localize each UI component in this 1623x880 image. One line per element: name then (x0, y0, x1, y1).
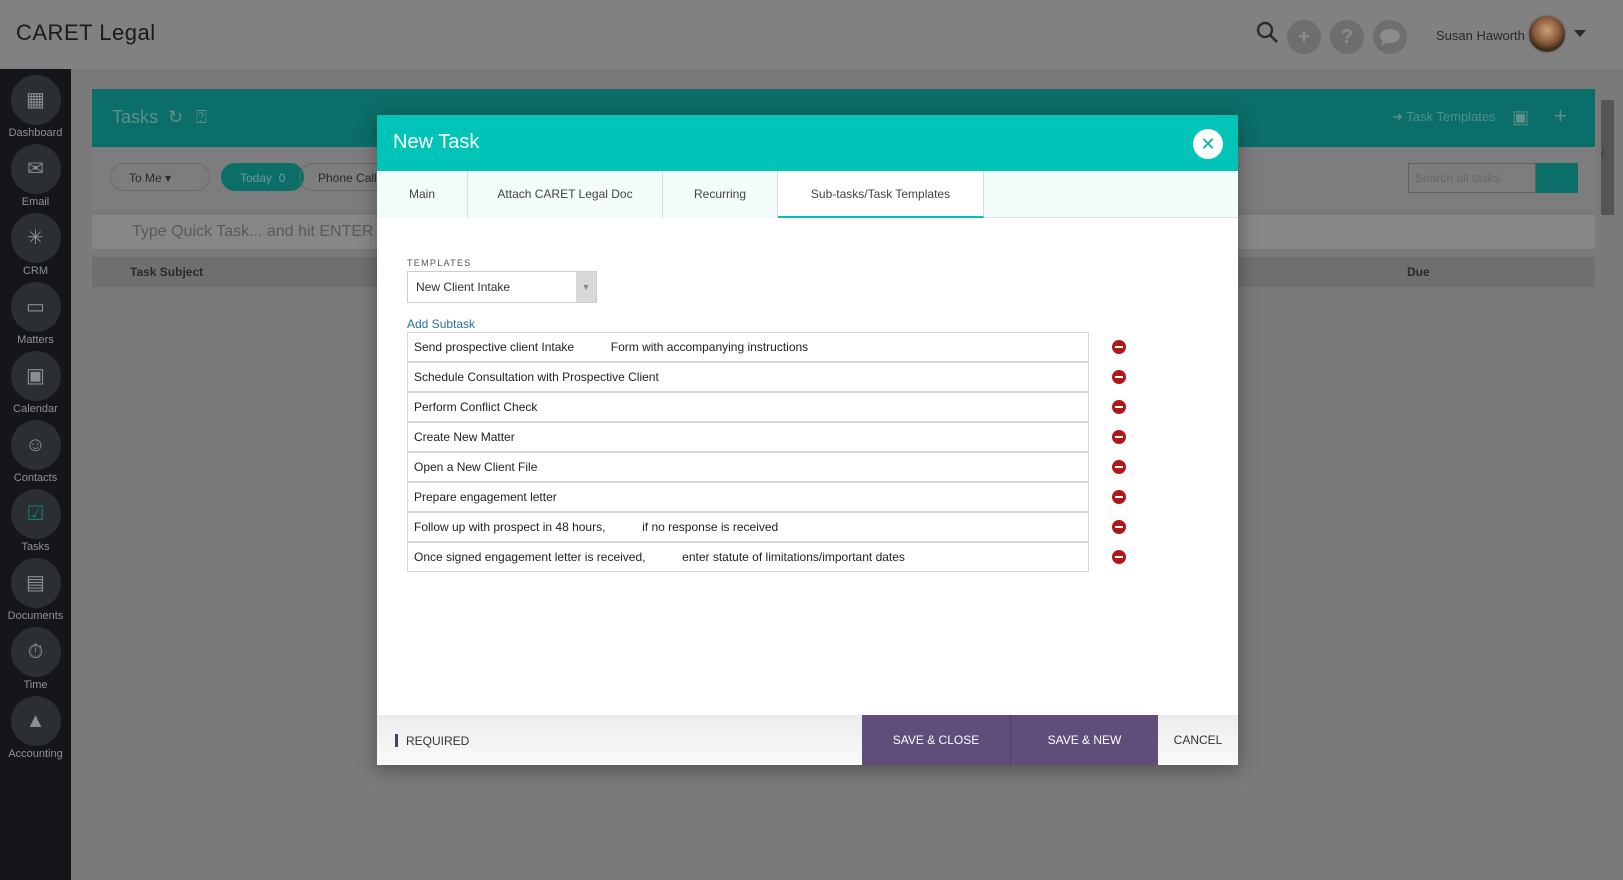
tasks-icon: ☑ (10, 489, 61, 539)
sidebar: ▦ Dashboard ✉ Email ✳ CRM ▭ Matters ▣ Ca… (0, 69, 71, 880)
tab-attach-doc[interactable]: Attach CARET Legal Doc (468, 171, 663, 218)
phone-calls-label: Phone Calls (318, 171, 383, 185)
column-due[interactable]: Due (1407, 265, 1430, 279)
user-name[interactable]: Susan Haworth (1436, 28, 1525, 43)
subtask-input[interactable]: Follow up with prospect in 48 hours, if … (407, 512, 1089, 542)
sidebar-item-calendar[interactable]: ▣ Calendar (0, 345, 71, 415)
sidebar-item-matters[interactable]: ▭ Matters (0, 276, 71, 346)
required-indicator (395, 734, 398, 747)
cancel-button[interactable]: CANCEL (1158, 715, 1238, 765)
subtask-input[interactable]: Open a New Client File (407, 452, 1089, 482)
subtask-row: Send prospective client Intake Form with… (407, 332, 1127, 362)
remove-subtask-icon[interactable] (1112, 460, 1126, 474)
subtask-row: Create New Matter (407, 422, 1127, 452)
today-label: Today (240, 171, 273, 185)
save-close-button[interactable]: SAVE & CLOSE (862, 715, 1010, 765)
new-task-modal: New Task ✕ Main Attach CARET Legal Doc R… (377, 115, 1238, 765)
sidebar-item-time[interactable]: ⏱ Time (0, 621, 71, 691)
subtask-row: Follow up with prospect in 48 hours, if … (407, 512, 1127, 542)
sidebar-item-accounting[interactable]: ▲ Accounting (0, 690, 71, 760)
subtask-input[interactable]: Schedule Consultation with Prospective C… (407, 362, 1089, 392)
subtask-list: Send prospective client Intake Form with… (407, 332, 1127, 572)
crm-icon: ✳ (10, 213, 61, 263)
tab-recurring[interactable]: Recurring (663, 171, 778, 218)
filter-button[interactable] (1536, 163, 1578, 193)
close-icon[interactable]: ✕ (1193, 129, 1223, 159)
sidebar-item-label: Accounting (8, 748, 63, 760)
briefcase-icon: ▭ (10, 282, 61, 332)
help-box-icon[interactable]: ⍰ (196, 107, 207, 128)
time-icon: ⏱ (10, 627, 61, 677)
modal-header: New Task ✕ (377, 115, 1238, 171)
subtask-input[interactable]: Perform Conflict Check (407, 392, 1089, 422)
modal-title: New Task (393, 131, 480, 153)
tab-main[interactable]: Main (377, 171, 468, 218)
sidebar-item-documents[interactable]: ▤ Documents (0, 552, 71, 622)
user-avatar[interactable] (1527, 14, 1567, 54)
to-me-label: To Me (129, 171, 162, 185)
add-subtask-link[interactable]: Add Subtask (407, 317, 475, 331)
required-label: REQUIRED (406, 734, 470, 748)
templates-label: TEMPLATES (407, 258, 472, 268)
sidebar-item-email[interactable]: ✉ Email (0, 138, 71, 208)
column-task-subject[interactable]: Task Subject (130, 265, 203, 279)
remove-subtask-icon[interactable] (1112, 490, 1126, 504)
documents-icon: ▤ (10, 558, 61, 608)
help-icon[interactable]: ? (1330, 20, 1364, 54)
subtask-row: Open a New Client File (407, 452, 1127, 482)
subtask-input[interactable]: Send prospective client Intake Form with… (407, 332, 1089, 362)
remove-subtask-icon[interactable] (1112, 370, 1126, 384)
remove-subtask-icon[interactable] (1112, 400, 1126, 414)
calendar-icon: ▣ (10, 351, 61, 401)
chevron-down-icon[interactable] (1574, 30, 1586, 37)
task-templates-label: Task Templates (1406, 109, 1496, 124)
contacts-icon: ☺ (10, 420, 61, 470)
sidebar-item-contacts[interactable]: ☺ Contacts (0, 414, 71, 484)
refresh-icon[interactable]: ↻ (168, 107, 183, 128)
subtask-row: Prepare engagement letter (407, 482, 1127, 512)
template-select[interactable]: New Client Intake ▼ (407, 271, 597, 303)
remove-subtask-icon[interactable] (1112, 340, 1126, 354)
dashboard-icon: ▦ (10, 75, 61, 125)
sidebar-item-dashboard[interactable]: ▦ Dashboard (0, 69, 71, 139)
dropdown-arrow-icon[interactable]: ▼ (576, 272, 596, 302)
tab-subtasks[interactable]: Sub-tasks/Task Templates (778, 171, 984, 218)
modal-tab-bar: Main Attach CARET Legal Doc Recurring Su… (377, 171, 1238, 218)
page-title: Tasks (112, 107, 159, 127)
sidebar-item-tasks[interactable]: ☑ Tasks (0, 483, 71, 553)
remove-subtask-icon[interactable] (1112, 430, 1126, 444)
to-me-filter[interactable]: To Me ▾ (110, 163, 210, 191)
remove-subtask-icon[interactable] (1112, 520, 1126, 534)
email-icon: ✉ (10, 144, 61, 194)
chat-icon[interactable] (1373, 20, 1407, 54)
task-templates-link[interactable]: ➜ Task Templates (1392, 109, 1496, 125)
subtask-input[interactable]: Once signed engagement letter is receive… (407, 542, 1089, 572)
subtask-row: Perform Conflict Check (407, 392, 1127, 422)
top-bar: CARET Legal + ? Susan Haworth (0, 0, 1623, 69)
caret-legal-logo: CARET Legal (16, 20, 156, 45)
side-panel-toggle[interactable]: ‹ (1600, 145, 1613, 175)
template-select-value: New Client Intake (416, 280, 511, 294)
search-tasks-input[interactable]: Search all tasks (1408, 163, 1536, 193)
search-icon[interactable] (1255, 20, 1281, 46)
today-filter[interactable]: Today 0 (221, 163, 305, 191)
remove-subtask-icon[interactable] (1112, 550, 1126, 564)
export-icon[interactable]: ▣ (1512, 107, 1529, 128)
save-new-button[interactable]: SAVE & NEW (1010, 715, 1158, 765)
add-task-icon[interactable]: + (1554, 103, 1567, 129)
accounting-icon: ▲ (10, 696, 61, 746)
sidebar-item-crm[interactable]: ✳ CRM (0, 207, 71, 277)
subtask-row: Once signed engagement letter is receive… (407, 542, 1127, 572)
modal-footer: REQUIRED SAVE & CLOSE SAVE & NEW CANCEL (377, 715, 1238, 765)
subtask-input[interactable]: Prepare engagement letter (407, 482, 1089, 512)
subtask-row: Schedule Consultation with Prospective C… (407, 362, 1127, 392)
subtask-input[interactable]: Create New Matter (407, 422, 1089, 452)
today-count: 0 (278, 171, 286, 185)
add-icon[interactable]: + (1287, 20, 1321, 54)
